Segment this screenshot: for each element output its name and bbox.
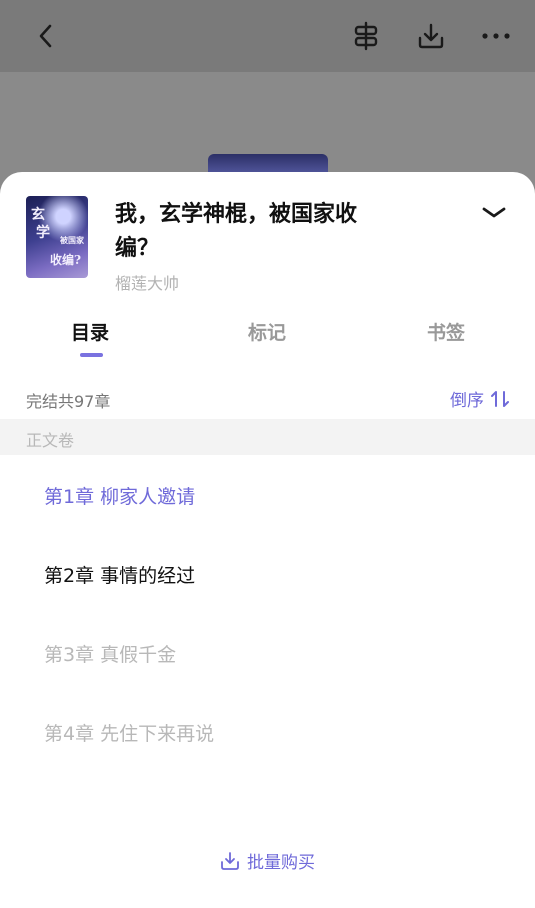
batch-buy-label: 批量购买 bbox=[247, 853, 315, 873]
chapter-item[interactable]: 第4章 先住下来再说 bbox=[44, 719, 214, 746]
batch-buy-button[interactable]: 批量购买 bbox=[219, 848, 315, 873]
exchange-source-icon bbox=[354, 21, 378, 51]
download-icon bbox=[221, 851, 239, 870]
chapter-count: 完结共97章 bbox=[26, 392, 111, 411]
chapter-item[interactable]: 第3章 真假千金 bbox=[44, 640, 176, 667]
chevron-down-icon bbox=[482, 207, 506, 218]
tab-marks[interactable]: 标记 bbox=[248, 318, 286, 345]
switch-source-button[interactable] bbox=[348, 18, 384, 54]
active-tab-indicator bbox=[80, 353, 103, 357]
more-button[interactable] bbox=[478, 18, 514, 54]
catalog-sheet: 玄 学 被国家 收编? 我，玄学神棍，被国家收编？ 榴莲大帅 目录 标记 书签 … bbox=[0, 172, 535, 908]
tab-bookmarks[interactable]: 书签 bbox=[427, 318, 465, 345]
chevron-left-icon bbox=[39, 24, 52, 48]
download-button[interactable] bbox=[413, 18, 449, 54]
sort-icon bbox=[491, 390, 509, 407]
more-icon bbox=[482, 33, 510, 39]
volume-label: 正文卷 bbox=[26, 431, 75, 450]
sort-label: 倒序 bbox=[450, 391, 484, 411]
volume-header: 正文卷 bbox=[0, 419, 535, 455]
cover-text: 被国家 bbox=[60, 235, 84, 245]
author-name: 榴莲大帅 bbox=[115, 274, 180, 293]
cover-text: 收编? bbox=[50, 253, 82, 267]
cover-text: 玄 bbox=[31, 207, 45, 223]
book-cover-image: 玄 学 被国家 收编? bbox=[26, 196, 88, 278]
cover-text: 学 bbox=[36, 225, 50, 241]
top-toolbar bbox=[0, 0, 535, 72]
back-button[interactable] bbox=[28, 18, 64, 54]
chapter-item[interactable]: 第2章 事情的经过 bbox=[44, 561, 195, 588]
download-icon bbox=[418, 23, 444, 49]
chapter-item[interactable]: 第1章 柳家人邀请 bbox=[44, 482, 195, 509]
tab-catalog[interactable]: 目录 bbox=[71, 318, 109, 345]
book-title: 我，玄学神棍，被国家收编？ bbox=[115, 202, 358, 261]
collapse-button[interactable] bbox=[478, 200, 510, 226]
sort-toggle-button[interactable]: 倒序 bbox=[450, 386, 510, 411]
